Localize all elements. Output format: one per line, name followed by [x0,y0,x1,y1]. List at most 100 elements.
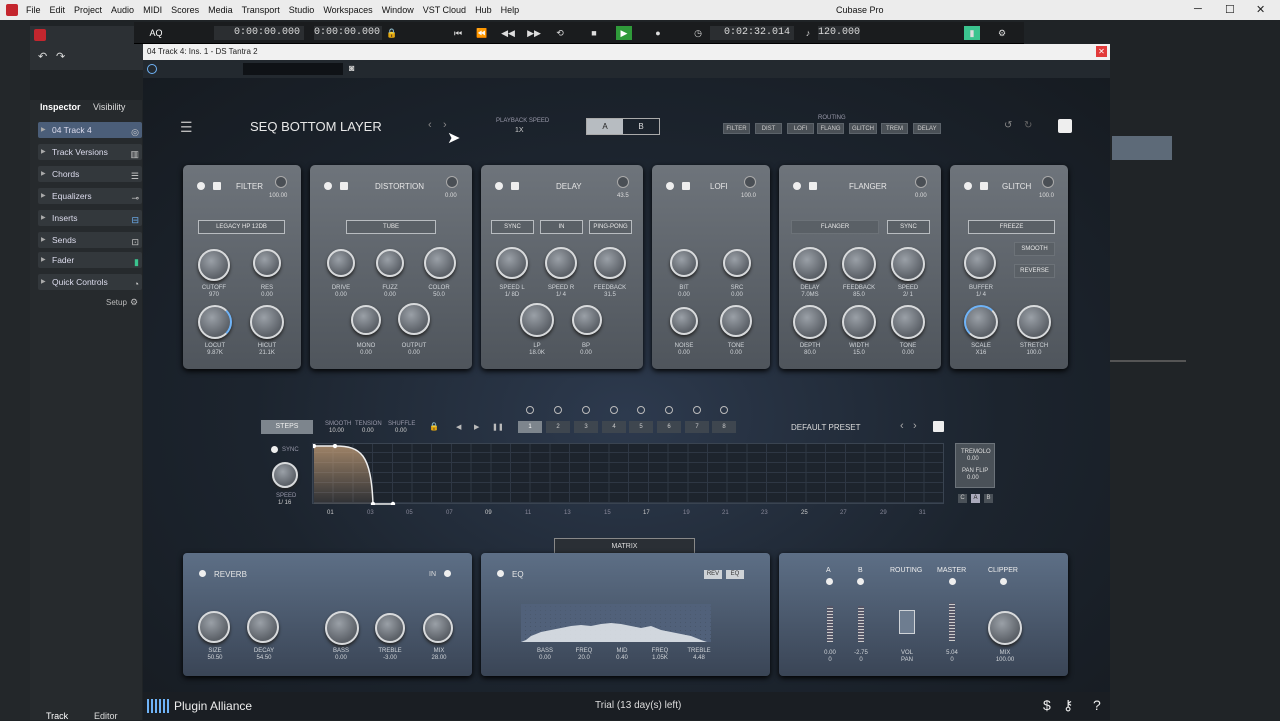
glitch-reverse-button[interactable]: REVERSE [1014,264,1055,278]
prev-preset-icon[interactable]: ‹ [428,119,432,131]
inspector-sends[interactable]: Sends ⊡ [38,232,142,248]
step-dot-5[interactable] [637,406,645,414]
eq-eq-tag[interactable]: EQ [726,570,744,579]
step-2[interactable]: 2 [546,421,570,433]
routing-lofi[interactable]: LOFI [787,123,814,134]
dist-output-knob[interactable] [398,303,430,335]
step-dot-6[interactable] [665,406,673,414]
menu-studio[interactable]: Studio [289,5,315,15]
inspector-chords[interactable]: Chords ☰ [38,166,142,182]
tab-visibility[interactable]: Visibility [93,102,125,112]
flanger-width-knob[interactable] [842,305,876,339]
randomize-dice-icon[interactable] [1058,119,1072,133]
plugin-close-icon[interactable]: ✕ [1096,46,1107,57]
seq-sync-toggle[interactable] [271,446,278,453]
dist-mono-knob[interactable] [351,305,381,335]
step-dot-7[interactable] [693,406,701,414]
step-6[interactable]: 6 [657,421,681,433]
camera-icon[interactable]: ◙ [349,63,354,73]
delay-power-icon[interactable] [495,182,503,190]
routing-filter[interactable]: FILTER [723,123,750,134]
menu-hub[interactable]: Hub [475,5,492,15]
master-vol-fader[interactable] [949,603,955,641]
filter-mix-knob[interactable] [275,176,287,188]
clock-icon[interactable]: ◷ [690,26,706,40]
lofi-bit-knob[interactable] [670,249,698,277]
lock-icon[interactable]: 🔒 [384,26,400,40]
inspector-quick-controls[interactable]: Quick Controls ◔ [38,274,142,290]
routing-flang[interactable]: FLANG [817,123,844,134]
dist-color-knob[interactable] [424,247,456,279]
steps-button[interactable]: STEPS [261,420,313,434]
inspector-equalizers[interactable]: Equalizers ⊸ [38,188,142,204]
routing-dist[interactable]: DIST [755,123,782,134]
reverb-power-icon[interactable] [199,570,206,577]
seq-c-button[interactable]: C [958,494,967,503]
flanger-delay-knob[interactable] [793,247,827,281]
tempo-display[interactable]: 120.000 [818,26,860,40]
delay-feedback-knob[interactable] [594,247,626,279]
filter-locut-knob[interactable] [198,305,232,339]
filter-type-select[interactable]: LEGACY HP 12DB [198,220,285,234]
menu-hamburger-icon[interactable]: ☰ [180,119,193,136]
seq-prev-preset-icon[interactable]: ‹ [900,420,904,432]
cycle-icon[interactable]: ⟲ [552,26,568,40]
seq-b-button[interactable]: B [984,494,993,503]
dist-fuzz-knob[interactable] [376,249,404,277]
power-icon[interactable] [147,64,157,74]
menu-transport[interactable]: Transport [242,5,280,15]
setup-link[interactable]: Setup [106,298,127,307]
lofi-power-icon[interactable] [666,182,674,190]
tremolo-label[interactable]: TREMOLO [961,449,991,455]
delay-in-button[interactable]: IN [540,220,583,234]
minimize-icon[interactable]: ─ [1194,3,1202,15]
seq-a-button[interactable]: A [971,494,980,503]
seq-tension-value[interactable]: 0.00 [362,428,374,434]
menu-file[interactable]: File [26,5,41,15]
flanger-tone-knob[interactable] [891,305,925,339]
filter-power-icon[interactable] [197,182,205,190]
routing-trem[interactable]: TREM [881,123,908,134]
flanger-power-icon[interactable] [793,182,801,190]
filter-cutoff-knob[interactable] [198,249,230,281]
glitch-mix-knob[interactable] [1042,176,1054,188]
filter-dice-icon[interactable] [213,182,221,190]
reverb-mix-knob[interactable] [423,613,453,643]
step-dot-4[interactable] [610,406,618,414]
master-routing-switch[interactable] [899,610,915,634]
seq-shuffle-value[interactable]: 0.00 [395,428,407,434]
master-a-fader[interactable] [827,606,833,642]
menu-audio[interactable]: Audio [111,5,134,15]
redo-icon[interactable]: ↷ [56,50,65,63]
flanger-mode-button[interactable]: FLANGER [791,220,879,234]
menu-scores[interactable]: Scores [171,5,199,15]
preset-name[interactable]: SEQ BOTTOM LAYER [250,119,382,134]
menu-edit[interactable]: Edit [50,5,66,15]
distortion-type-select[interactable]: TUBE [346,220,436,234]
inspector-fader[interactable]: Fader ▮ [38,252,142,268]
lofi-mix-knob[interactable] [744,176,756,188]
time-display[interactable]: 0:02:32.014 [710,26,794,40]
menu-media[interactable]: Media [208,5,233,15]
step-dot-3[interactable] [582,406,590,414]
distortion-dice-icon[interactable] [340,182,348,190]
step-8[interactable]: 8 [712,421,736,433]
master-clipper-toggle[interactable] [1000,578,1007,585]
menu-project[interactable]: Project [74,5,102,15]
seq-next-preset-icon[interactable]: › [913,420,917,432]
flanger-mix-knob[interactable] [915,176,927,188]
glitch-smooth-button[interactable]: SMOOTH [1014,242,1055,256]
undo-icon[interactable]: ↺ [1004,120,1012,131]
delay-pingpong-button[interactable]: PING-PONG [589,220,632,234]
reverb-treble-knob[interactable] [375,613,405,643]
reverb-bass-knob[interactable] [325,611,359,645]
master-mix-knob[interactable] [988,611,1022,645]
delay-speed-l-knob[interactable] [496,247,528,279]
step-7[interactable]: 7 [685,421,709,433]
step-5[interactable]: 5 [629,421,653,433]
aq-button[interactable]: AQ [144,26,168,40]
eq-rev-tag[interactable]: REV [704,570,722,579]
inspector-track-name[interactable]: 04 Track 4 ◎ [38,122,142,138]
step-dot-8[interactable] [720,406,728,414]
rewind-icon[interactable]: ◀◀ [500,26,516,40]
